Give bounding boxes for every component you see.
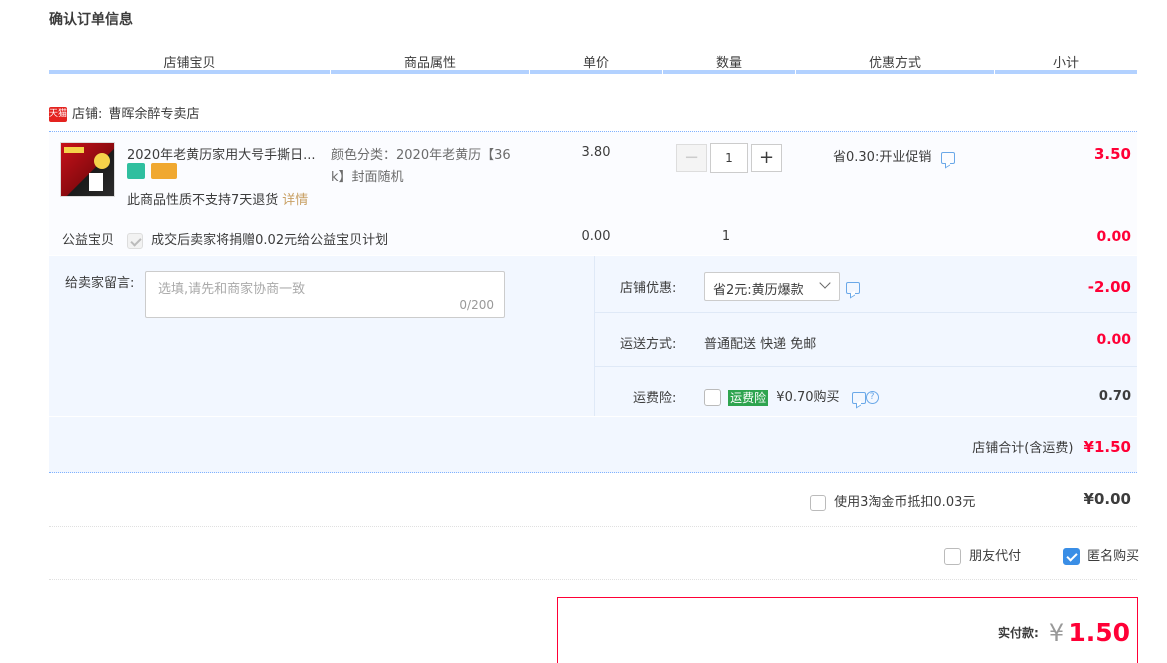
insurance-option: 运费险 ¥0.70购买 ? xyxy=(704,386,879,406)
insurance-tag: 运费险 xyxy=(728,389,769,406)
header-divider xyxy=(530,70,662,74)
shipping-method: 普通配送 快递 免邮 xyxy=(704,337,817,352)
final-payment: 实付款: ¥ 1.50 xyxy=(997,618,1130,647)
chevron-down-icon xyxy=(819,277,831,289)
charity-price: 0.00 xyxy=(581,229,611,244)
shop-discount-select[interactable]: 省2元:黄历爆款 xyxy=(704,272,840,301)
charity-subtotal: 0.00 xyxy=(1096,229,1131,245)
friend-pay-checkbox[interactable] xyxy=(944,548,961,565)
friend-pay-option: 朋友代付 xyxy=(944,545,1021,565)
shop-total: 店铺合计(含运费) ¥1.50 xyxy=(972,438,1131,456)
message-placeholder: 选填,请先和商家协商一致 xyxy=(158,282,306,297)
shop-name-link[interactable]: 曹晖余醉专卖店 xyxy=(109,107,200,122)
column-header-discount: 优惠方式 xyxy=(868,56,921,71)
no-return-notice: 此商品性质不支持7天退货 详情 xyxy=(127,193,309,208)
charity-label: 公益宝贝 xyxy=(62,233,115,248)
coins-amount: ¥0.00 xyxy=(1083,490,1131,508)
shop-row: 天猫 店铺: 曹晖余醉专卖店 xyxy=(49,103,200,122)
shop-discount-label: 店铺优惠: xyxy=(620,281,677,296)
chat-icon[interactable] xyxy=(846,281,860,294)
divider xyxy=(594,366,1137,367)
shop-label: 店铺: xyxy=(72,107,103,122)
divider xyxy=(49,579,1137,580)
quantity-input[interactable]: 1 xyxy=(710,143,748,173)
insurance-checkbox[interactable] xyxy=(704,389,721,406)
header-divider xyxy=(995,70,1137,74)
seller-message-input[interactable]: 选填,请先和商家协商一致 0/200 xyxy=(145,271,505,318)
product-thumbnail[interactable] xyxy=(60,142,115,197)
charity-option: 成交后卖家将捐赠0.02元给公益宝贝计划 xyxy=(127,229,388,249)
currency-symbol: ¥ xyxy=(1048,618,1065,647)
message-counter: 0/200 xyxy=(459,298,494,312)
details-link[interactable]: 详情 xyxy=(282,193,308,208)
final-amount: 1.50 xyxy=(1068,618,1130,647)
chat-icon[interactable] xyxy=(851,391,866,404)
tmall-badge-icon: 天猫 xyxy=(49,107,67,122)
header-divider xyxy=(331,70,529,74)
service-badges xyxy=(127,163,178,179)
shipping-amount: 0.00 xyxy=(1096,332,1131,348)
item-subtotal: 3.50 xyxy=(1093,145,1131,163)
charity-checkbox[interactable] xyxy=(127,232,143,249)
increase-quantity-button[interactable]: + xyxy=(751,144,782,172)
guarantee-icon xyxy=(127,163,145,179)
column-header-subtotal: 小计 xyxy=(1052,56,1079,71)
anonymous-checkbox[interactable] xyxy=(1063,548,1080,565)
unit-price: 3.80 xyxy=(581,145,611,160)
header-divider xyxy=(663,70,795,74)
anonymous-option: 匿名购买 xyxy=(1063,545,1139,565)
column-header-unit-price: 单价 xyxy=(582,56,609,71)
product-attribute: 颜色分类：2020年老黄历【36 k】封面随机 xyxy=(331,148,511,185)
item-discount: 省0.30:开业促销 xyxy=(833,146,956,165)
insurance-amount: 0.70 xyxy=(1098,389,1131,404)
insurance-label: 运费险: xyxy=(633,391,677,406)
coins-checkbox[interactable] xyxy=(810,494,826,511)
page-title: 确认订单信息 xyxy=(49,12,133,28)
product-title-link[interactable]: 2020年老黄历家用大号手撕日... xyxy=(127,144,322,163)
message-label: 给卖家留言: xyxy=(65,276,135,291)
shipping-label: 运送方式: xyxy=(620,337,677,352)
charity-quantity: 1 xyxy=(721,229,731,244)
column-header-quantity: 数量 xyxy=(715,56,742,71)
credit-card-icon xyxy=(151,163,178,179)
header-divider xyxy=(796,70,994,74)
shop-discount-amount: -2.00 xyxy=(1087,278,1131,296)
column-header-attributes: 商品属性 xyxy=(403,56,456,71)
divider xyxy=(49,526,1137,527)
coins-option: 使用3淘金币抵扣0.03元 xyxy=(810,491,975,511)
help-icon[interactable]: ? xyxy=(865,391,879,404)
header-divider xyxy=(49,70,330,74)
decrease-quantity-button[interactable]: − xyxy=(676,144,707,172)
divider xyxy=(594,312,1137,313)
chat-icon[interactable] xyxy=(941,151,956,164)
column-header-shop-item: 店铺宝贝 xyxy=(163,56,216,71)
